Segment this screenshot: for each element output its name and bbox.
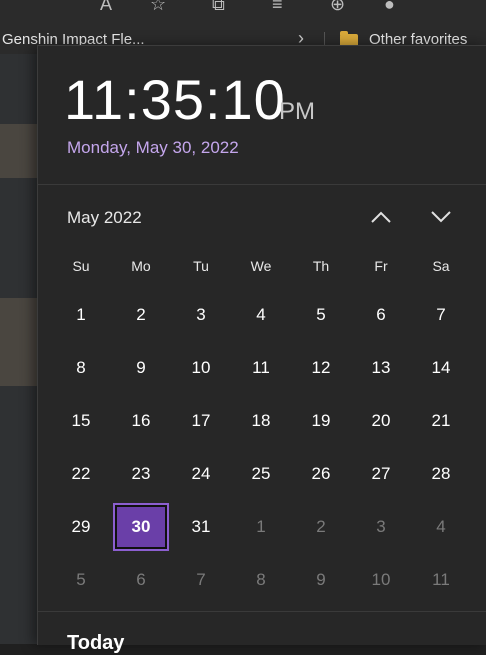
weekday-label: Tu [193, 258, 209, 274]
calendar-day[interactable]: 18 [233, 397, 289, 445]
previous-month-button[interactable] [364, 202, 398, 232]
profile-avatar-icon[interactable]: ● [384, 0, 395, 15]
calendar-day[interactable]: 14 [413, 344, 469, 392]
calendar-day[interactable]: 7 [173, 556, 229, 604]
calendar-day[interactable]: 6 [353, 291, 409, 339]
content-block [0, 298, 38, 386]
divider [38, 611, 486, 612]
calendar-day[interactable]: 9 [113, 344, 169, 392]
calendar-day[interactable]: 12 [293, 344, 349, 392]
calendar-day[interactable]: 28 [413, 450, 469, 498]
weekday-label: Sa [432, 258, 450, 274]
calendar-day[interactable]: 20 [353, 397, 409, 445]
calendar-day[interactable]: 9 [293, 556, 349, 604]
current-date-link[interactable]: Monday, May 30, 2022 [67, 138, 239, 158]
calendar-day[interactable]: 4 [413, 503, 469, 551]
calendar-day[interactable]: 8 [233, 556, 289, 604]
calendar-day[interactable]: 3 [173, 291, 229, 339]
calendar-day[interactable]: 21 [413, 397, 469, 445]
weekday-label: Th [312, 258, 330, 274]
calendar-day[interactable]: 25 [233, 450, 289, 498]
weekday-label: Fr [374, 258, 388, 274]
calendar-day[interactable]: 10 [353, 556, 409, 604]
calendar-day[interactable]: 11 [413, 556, 469, 604]
calendar-day[interactable]: 19 [293, 397, 349, 445]
collections-icon[interactable]: ⊕ [330, 0, 345, 15]
browser-toolbar: A ☆ ⧉ ≡ ⊕ ● [0, 0, 486, 26]
extensions-icon[interactable]: ⧉ [212, 0, 225, 15]
next-month-button[interactable] [424, 202, 458, 232]
calendar-day[interactable]: 16 [113, 397, 169, 445]
calendar-day[interactable]: 17 [173, 397, 229, 445]
calendar-day[interactable]: 1 [53, 291, 109, 339]
clock-header: 11:35:10 PM Monday, May 30, 2022 [38, 46, 486, 184]
calendar-flyout: 11:35:10 PM Monday, May 30, 2022 May 202… [37, 45, 486, 654]
calendar-day[interactable]: 26 [293, 450, 349, 498]
calendar-day[interactable]: 2 [113, 291, 169, 339]
calendar-day[interactable]: 15 [53, 397, 109, 445]
chevron-down-icon [431, 211, 451, 223]
calendar-day[interactable]: 23 [113, 450, 169, 498]
read-aloud-icon[interactable]: A [100, 0, 112, 15]
add-favorite-icon[interactable]: ☆ [150, 0, 166, 15]
weekday-label: Su [72, 258, 90, 274]
calendar-day[interactable]: 11 [233, 344, 289, 392]
calendar-day-selected[interactable]: 30 [113, 503, 169, 551]
calendar-day[interactable]: 22 [53, 450, 109, 498]
clock-time: 11:35:10 [64, 68, 286, 131]
weekday-label: Mo [131, 258, 151, 274]
month-label[interactable]: May 2022 [67, 208, 142, 228]
favorites-icon[interactable]: ≡ [272, 0, 283, 15]
calendar-day[interactable]: 8 [53, 344, 109, 392]
clock-ampm: PM [279, 98, 315, 125]
calendar-day[interactable]: 24 [173, 450, 229, 498]
content-block [0, 124, 38, 178]
chevron-up-icon [371, 211, 391, 223]
calendar-day[interactable]: 27 [353, 450, 409, 498]
calendar-day[interactable]: 5 [53, 556, 109, 604]
calendar-day[interactable]: 4 [233, 291, 289, 339]
calendar-day[interactable]: 31 [173, 503, 229, 551]
calendar-day[interactable]: 7 [413, 291, 469, 339]
weekday-label: We [250, 258, 272, 274]
calendar-day[interactable]: 29 [53, 503, 109, 551]
calendar-day[interactable]: 2 [293, 503, 349, 551]
calendar-day[interactable]: 1 [233, 503, 289, 551]
calendar-day[interactable]: 5 [293, 291, 349, 339]
divider [38, 184, 486, 185]
calendar-day[interactable]: 3 [353, 503, 409, 551]
calendar-day[interactable]: 13 [353, 344, 409, 392]
calendar-day[interactable]: 6 [113, 556, 169, 604]
calendar-day[interactable]: 10 [173, 344, 229, 392]
